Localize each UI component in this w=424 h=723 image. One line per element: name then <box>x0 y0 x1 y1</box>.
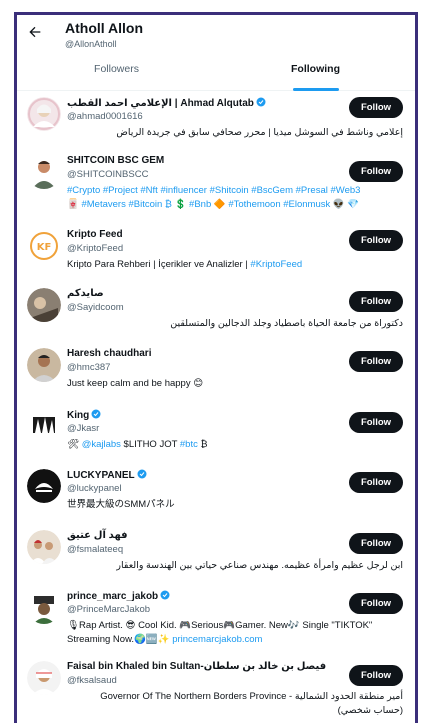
user-bio-line: 🎙Rap Artist. 😎 Cool Kid. 🎮Serious🎮Gamer.… <box>67 620 373 631</box>
follow-button[interactable]: Follow <box>349 593 403 614</box>
page-header: Atholl Allon @AllonAtholl <box>17 15 415 59</box>
user-name[interactable]: فهد آل عتيق <box>67 530 128 541</box>
avatar[interactable] <box>27 348 61 382</box>
user-row[interactable]: صايدكم @Sayidcoom دكتوراة من جامعة الحيا… <box>17 286 415 341</box>
user-bio: أمير منطقة الحدود الشمالية - Governor Of… <box>67 690 403 718</box>
window-frame: Atholl Allon @AllonAtholl Followers Foll… <box>0 0 424 723</box>
tab-followers[interactable]: Followers <box>17 59 216 91</box>
verified-badge-icon <box>256 97 266 107</box>
tab-bar: Followers Following <box>17 59 415 91</box>
user-bio: 🛠 @kajlabs $LITHO JOT #btc ₿ <box>67 438 403 452</box>
user-row[interactable]: King @Jkasr 🛠 @kajlabs $LITHO JOT #btc ₿… <box>17 407 415 462</box>
follow-button[interactable]: Follow <box>349 412 403 433</box>
user-name[interactable]: LUCKYPANEL <box>67 469 147 481</box>
avatar[interactable] <box>27 590 61 624</box>
user-bio-text: ₿ <box>197 439 208 450</box>
user-name[interactable]: Haresh chaudhari <box>67 348 151 359</box>
frame-border-right <box>415 12 418 723</box>
user-row[interactable]: Faisal bin Khaled bin Sultan-فيصل بن خال… <box>17 659 415 723</box>
user-bio: Just keep calm and be happy 😊 <box>67 378 204 389</box>
following-panel: Atholl Allon @AllonAtholl Followers Foll… <box>17 15 415 723</box>
user-handle[interactable]: @hmc387 <box>67 362 110 373</box>
user-handle[interactable]: @Sayidcoom <box>67 302 124 313</box>
tab-following[interactable]: Following <box>216 59 415 91</box>
user-name-text: prince_marc_jakob <box>67 591 159 602</box>
user-name[interactable]: الإعلامي احمد القطب | Ahmad Alqutab <box>67 97 266 109</box>
user-handle[interactable]: @PrinceMarcJakob <box>67 604 150 615</box>
follow-button[interactable]: Follow <box>349 533 403 554</box>
user-name[interactable]: prince_marc_jakob <box>67 590 170 602</box>
user-row[interactable]: prince_marc_jakob @PrinceMarcJakob 🎙Rap … <box>17 588 415 656</box>
user-name-text: الإعلامي احمد القطب | Ahmad Alqutab <box>67 98 254 109</box>
tab-active-indicator <box>293 88 339 91</box>
mention-link[interactable]: @kajlabs <box>82 439 121 450</box>
svg-text:KF: KF <box>37 242 52 253</box>
user-handle[interactable]: @fksalsaud <box>67 675 117 686</box>
user-bio: دكتوراة من جامعة الحياة باصطياد وجلد الد… <box>170 318 403 329</box>
follow-button[interactable]: Follow <box>349 351 403 372</box>
hashtag-link[interactable]: #btc <box>180 439 198 450</box>
page-title: Atholl Allon <box>65 20 144 36</box>
user-bio: #Crypto #Project #Nft #influencer #Shitc… <box>67 184 403 212</box>
user-bio-text: Kripto Para Rehberi | İçerikler ve Anali… <box>67 259 251 270</box>
user-bio-text: 🛠 <box>67 439 82 450</box>
avatar[interactable] <box>27 469 61 503</box>
follow-button[interactable]: Follow <box>349 291 403 312</box>
follow-button[interactable]: Follow <box>349 472 403 493</box>
user-name[interactable]: صايدكم <box>67 288 104 299</box>
user-handle[interactable]: @luckypanel <box>67 483 122 494</box>
verified-badge-icon <box>160 590 170 600</box>
user-bio-line: (حساب شخصي) <box>337 705 403 716</box>
user-row[interactable]: Haresh chaudhari @hmc387 Just keep calm … <box>17 346 415 401</box>
avatar[interactable] <box>27 155 61 189</box>
follow-button[interactable]: Follow <box>349 161 403 182</box>
user-row[interactable]: الإعلامي احمد القطب | Ahmad Alqutab @ahm… <box>17 95 415 157</box>
user-row[interactable]: فهد آل عتيق @fsmalateeq ابن لرجل عظيم وا… <box>17 528 415 583</box>
user-handle[interactable]: @SHITCOINBSCC <box>67 169 148 180</box>
user-name[interactable]: King <box>67 409 101 421</box>
avatar[interactable] <box>27 530 61 564</box>
follow-button[interactable]: Follow <box>349 665 403 686</box>
arrow-left-icon[interactable] <box>27 24 43 42</box>
avatar[interactable] <box>27 661 61 695</box>
user-name-text: King <box>67 410 90 421</box>
user-row[interactable]: KF Kripto Feed @KriptoFeed Kripto Para R… <box>17 227 415 277</box>
user-handle[interactable]: @KriptoFeed <box>67 243 123 254</box>
website-link[interactable]: princemarcjakob.com <box>172 634 262 645</box>
user-bio-line: 🀄 #Metavers #Bitcoin ₿ 💲 #Bnb 🔶 #Tothemo… <box>67 199 360 210</box>
user-handle[interactable]: @ahmad0001616 <box>67 111 143 122</box>
user-bio-text: $LITHO <box>120 439 160 450</box>
user-bio-line: #Crypto #Project #Nft #influencer #Shitc… <box>67 185 361 196</box>
user-bio: إعلامي وناشط في السوشل ميديا | محرر صحاف… <box>116 127 403 138</box>
avatar[interactable]: KF <box>27 229 61 263</box>
user-handle[interactable]: @fsmalateeq <box>67 544 123 555</box>
avatar[interactable] <box>27 288 61 322</box>
user-bio-line: أمير منطقة الحدود الشمالية - Governor Of… <box>100 691 403 702</box>
user-row[interactable]: LUCKYPANEL @luckypanel 世界最大級のSMMパネル Foll… <box>17 467 415 522</box>
user-bio-text: Streaming Now.🌍🆕✨ <box>67 634 173 645</box>
user-bio: 🎙Rap Artist. 😎 Cool Kid. 🎮Serious🎮Gamer.… <box>67 619 403 647</box>
avatar[interactable] <box>27 409 61 443</box>
user-name-text: LUCKYPANEL <box>67 470 135 481</box>
verified-badge-icon <box>137 469 147 479</box>
user-handle[interactable]: @Jkasr <box>67 423 99 434</box>
follow-button[interactable]: Follow <box>349 97 403 118</box>
user-bio-text: JOT <box>159 439 180 450</box>
hashtag-link[interactable]: #KriptoFeed <box>250 259 302 270</box>
user-row[interactable]: SHITCOIN BSC GEM @SHITCOINBSCC #Crypto #… <box>17 153 415 233</box>
user-bio: Kripto Para Rehberi | İçerikler ve Anali… <box>67 258 403 272</box>
page-handle: @AllonAtholl <box>65 39 117 49</box>
user-bio-line: Streaming Now.🌍🆕✨ princemarcjakob.com <box>67 633 403 647</box>
avatar[interactable] <box>27 97 61 131</box>
user-name[interactable]: Kripto Feed <box>67 229 123 240</box>
follow-button[interactable]: Follow <box>349 230 403 251</box>
user-bio: ابن لرجل عظيم وامرأة عظيمه. مهندس صناعي … <box>116 560 403 571</box>
user-bio: 世界最大級のSMMパネル <box>67 499 175 510</box>
user-name[interactable]: SHITCOIN BSC GEM <box>67 155 164 166</box>
verified-badge-icon <box>91 409 101 419</box>
user-name[interactable]: Faisal bin Khaled bin Sultan-فيصل بن خال… <box>67 661 326 672</box>
